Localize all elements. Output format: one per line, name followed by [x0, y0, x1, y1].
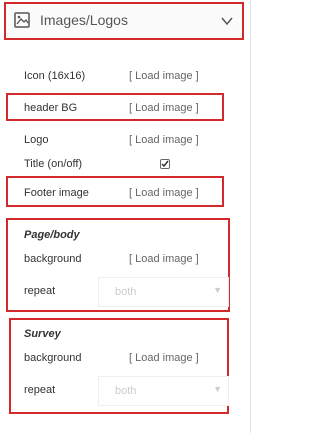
page-body-background-load-image-link[interactable]: [ Load image ] — [129, 249, 199, 269]
section-title: Images/Logos — [40, 12, 128, 28]
page-body-repeat-select[interactable]: both ▼ — [98, 277, 229, 307]
title-toggle-label: Title (on/off) — [24, 158, 83, 170]
chevron-down-icon[interactable] — [220, 14, 234, 33]
page-body-repeat-value: both — [115, 286, 137, 298]
page-body-repeat-label: repeat — [24, 285, 56, 297]
footer-image-label: Footer image — [24, 187, 89, 199]
logo-load-image-link[interactable]: [ Load image ] — [129, 130, 199, 150]
logo-label: Logo — [24, 134, 49, 146]
icon-load-image-link[interactable]: [ Load image ] — [129, 66, 199, 86]
icon-label: Icon (16x16) — [24, 70, 86, 82]
survey-background-label: background — [24, 352, 82, 364]
image-icon — [14, 12, 30, 33]
page-body-title: Page/body — [24, 229, 80, 241]
dropdown-arrow-icon: ▼ — [213, 384, 222, 394]
title-toggle-checkbox[interactable] — [160, 159, 170, 169]
survey-repeat-label: repeat — [24, 384, 56, 396]
images-logos-section-header[interactable]: Images/Logos — [4, 2, 244, 40]
page-body-background-label: background — [24, 253, 82, 265]
header-bg-label: header BG — [24, 102, 78, 114]
header-bg-load-image-link[interactable]: [ Load image ] — [129, 98, 199, 118]
footer-image-load-image-link[interactable]: [ Load image ] — [129, 183, 199, 203]
survey-title: Survey — [24, 328, 61, 340]
survey-background-load-image-link[interactable]: [ Load image ] — [129, 348, 199, 368]
survey-repeat-value: both — [115, 385, 137, 397]
survey-repeat-select[interactable]: both ▼ — [98, 376, 229, 406]
check-icon — [161, 160, 169, 168]
panel-divider — [250, 0, 251, 433]
dropdown-arrow-icon: ▼ — [213, 285, 222, 295]
